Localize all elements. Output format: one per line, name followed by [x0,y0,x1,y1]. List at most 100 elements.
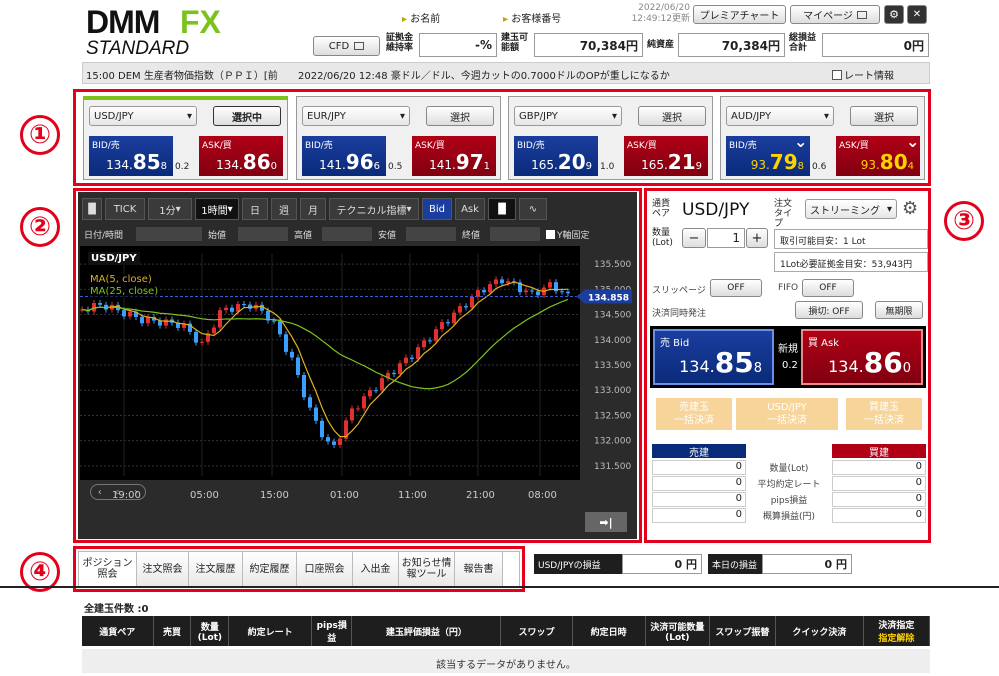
chevron-left-icon[interactable]: ‹ [98,487,102,498]
pair-close-button[interactable]: USD/JPY 一括決済 [736,398,838,430]
sell-value: 0 [652,460,746,475]
tab-1[interactable]: 注文照会 [137,552,189,586]
column-header[interactable]: スワップ振替 [709,616,777,646]
margin-rate-label: 証拠金維持率 [386,33,414,53]
bid-toggle[interactable]: Bid [422,198,452,220]
tab-6[interactable]: お知らせ情報ツール [399,552,455,586]
fifo-toggle[interactable]: OFF [802,279,854,297]
settings-icon-button[interactable]: ⚙ [884,5,904,24]
slippage-toggle[interactable]: OFF [710,279,762,297]
price-chart[interactable]: 135.500135.000134.500134.000133.500133.0… [80,246,636,508]
week-button[interactable]: 週 [271,198,297,220]
ask-toggle[interactable]: Ask [455,198,485,220]
minute-select[interactable]: 1分 ▾ [148,198,192,220]
hour-select[interactable]: 1時間 ▾ [195,198,239,220]
stop-loss-button[interactable]: 損切: OFF [795,301,863,319]
zoom-icon[interactable]: ⌕ [115,487,121,498]
line-chart-icon[interactable]: ∿ [519,198,547,220]
column-header[interactable]: クイック決済 [775,616,864,646]
column-header[interactable]: 売買 [153,616,192,646]
bid-button[interactable]: BID/売 141.966 [302,136,386,176]
qty-minus-button[interactable]: − [682,228,706,248]
buy-close-button[interactable]: 買建玉 一括決済 [846,398,922,430]
high-label: 高値 [294,230,313,241]
tab-0[interactable]: ポジション照会 [79,552,137,586]
technical-select[interactable]: テクニカル指標 ▾ [329,198,419,220]
tab-label: 注文履歴 [195,563,236,575]
column-header[interactable]: 決済可能数量(Lot) [645,616,710,646]
column-header[interactable]: 建玉評価損益（円） [351,616,502,646]
candle-body [224,307,228,311]
mypage-button[interactable]: マイページ [790,5,880,24]
pair-select[interactable]: GBP/JPY ▾ [514,106,622,126]
ask-button[interactable]: ASK/買 165.219 [624,136,708,176]
column-header[interactable]: 数量(Lot) [190,616,230,646]
premium-chart-button[interactable]: プレミアチャート [693,5,786,24]
tick-button[interactable]: TICK [105,198,145,220]
gear-icon[interactable]: ⚙ [902,198,918,219]
rate-info-checkbox[interactable]: レート情報 [832,67,894,82]
tab-label: 注文照会 [142,563,183,575]
column-header[interactable]: pips損益 [311,616,353,646]
column-header[interactable]: 通貨ペア [82,616,154,646]
sell-close-button[interactable]: 売建玉 一括決済 [656,398,732,430]
header-sub-label[interactable]: 指定解除 [864,631,929,644]
pair-select-button[interactable]: 選択 [850,106,918,126]
chart-nav[interactable]: ‹ ⌕ › [90,484,146,500]
window-icon [354,42,365,50]
open-label: 始値 [208,230,227,241]
y-tick-label: 134.000 [594,336,631,346]
pair-select[interactable]: USD/JPY ▾ [89,106,197,126]
column-header[interactable]: 約定レート [228,616,313,646]
tab-7[interactable]: 報告書 [455,552,503,586]
logo: DMM FX STANDARD [86,4,236,62]
pair-select-button[interactable]: 選択中 [213,106,281,126]
candle-body [434,329,438,341]
candle-body [524,290,528,293]
order-bid-button[interactable]: 売 Bid 134.858 [653,329,774,385]
candle-type-icon[interactable]: ▐▌ [82,198,102,220]
ask-big: 86 [242,150,271,174]
pair-select[interactable]: EUR/JPY ▾ [302,106,410,126]
bid-button[interactable]: BID/売 134.858 [89,136,173,176]
qty-input[interactable]: 1 [707,228,745,248]
column-header[interactable]: 約定日時 [572,616,646,646]
tab-2[interactable]: 注文履歴 [189,552,243,586]
scroll-end-button[interactable]: ➡| [585,512,627,532]
chevron-down-icon: ▾ [886,203,892,215]
column-header[interactable]: スワップ [500,616,573,646]
ma25-legend: MA(25, close) [90,286,159,297]
pair-select[interactable]: AUD/JPY ▾ [726,106,834,126]
expiry-button[interactable]: 無期限 [875,301,923,319]
candle-body [98,303,102,305]
pair-close-sub: 一括決済 [767,415,807,426]
day-button[interactable]: 日 [242,198,268,220]
column-header[interactable]: 決済指定 指定解除 [863,616,931,646]
order-type-select[interactable]: ストリーミング ▾ [805,199,897,219]
cfd-button[interactable]: CFD [313,36,380,56]
ticker-event[interactable]: 15:00 DEM 生産者物価指数（ＰＰＩ）[前 [86,67,292,82]
qty-plus-button[interactable]: + [746,228,768,248]
pair-select-button[interactable]: 選択 [426,106,494,126]
close-button[interactable]: ✕ [907,5,927,24]
ask-button[interactable]: ASK/買 134.860 [199,136,283,176]
header-label: 売買 [162,627,181,638]
header-label: 決済可能数量(Lot) [650,622,705,643]
ticker-news[interactable]: 2022/06/20 12:48 豪ドル／ドル、今週カットの0.7000ドルのO… [298,67,670,82]
yfix-checkbox[interactable]: Y軸固定 [546,228,590,241]
order-ask-button[interactable]: 買 Ask 134.860 [801,329,923,385]
candle-chart-icon[interactable]: ▐▌ [488,198,516,220]
today-pl-label: 本日の損益 [708,554,762,574]
pair-pl-value: 0 円 [622,554,702,574]
order-spread: 0.2 [782,360,798,371]
bid-pre: 134. [106,158,133,172]
bid-button[interactable]: BID/売 165.209 [514,136,598,176]
logo-standard: STANDARD [86,38,190,59]
ask-button[interactable]: ASK/買 141.971 [412,136,496,176]
chevron-right-icon[interactable]: › [134,487,138,498]
tab-3[interactable]: 約定履歴 [243,552,297,586]
tab-4[interactable]: 口座照会 [297,552,353,586]
month-button[interactable]: 月 [300,198,326,220]
tab-5[interactable]: 入出金 [353,552,399,586]
pair-select-button[interactable]: 選択 [638,106,706,126]
